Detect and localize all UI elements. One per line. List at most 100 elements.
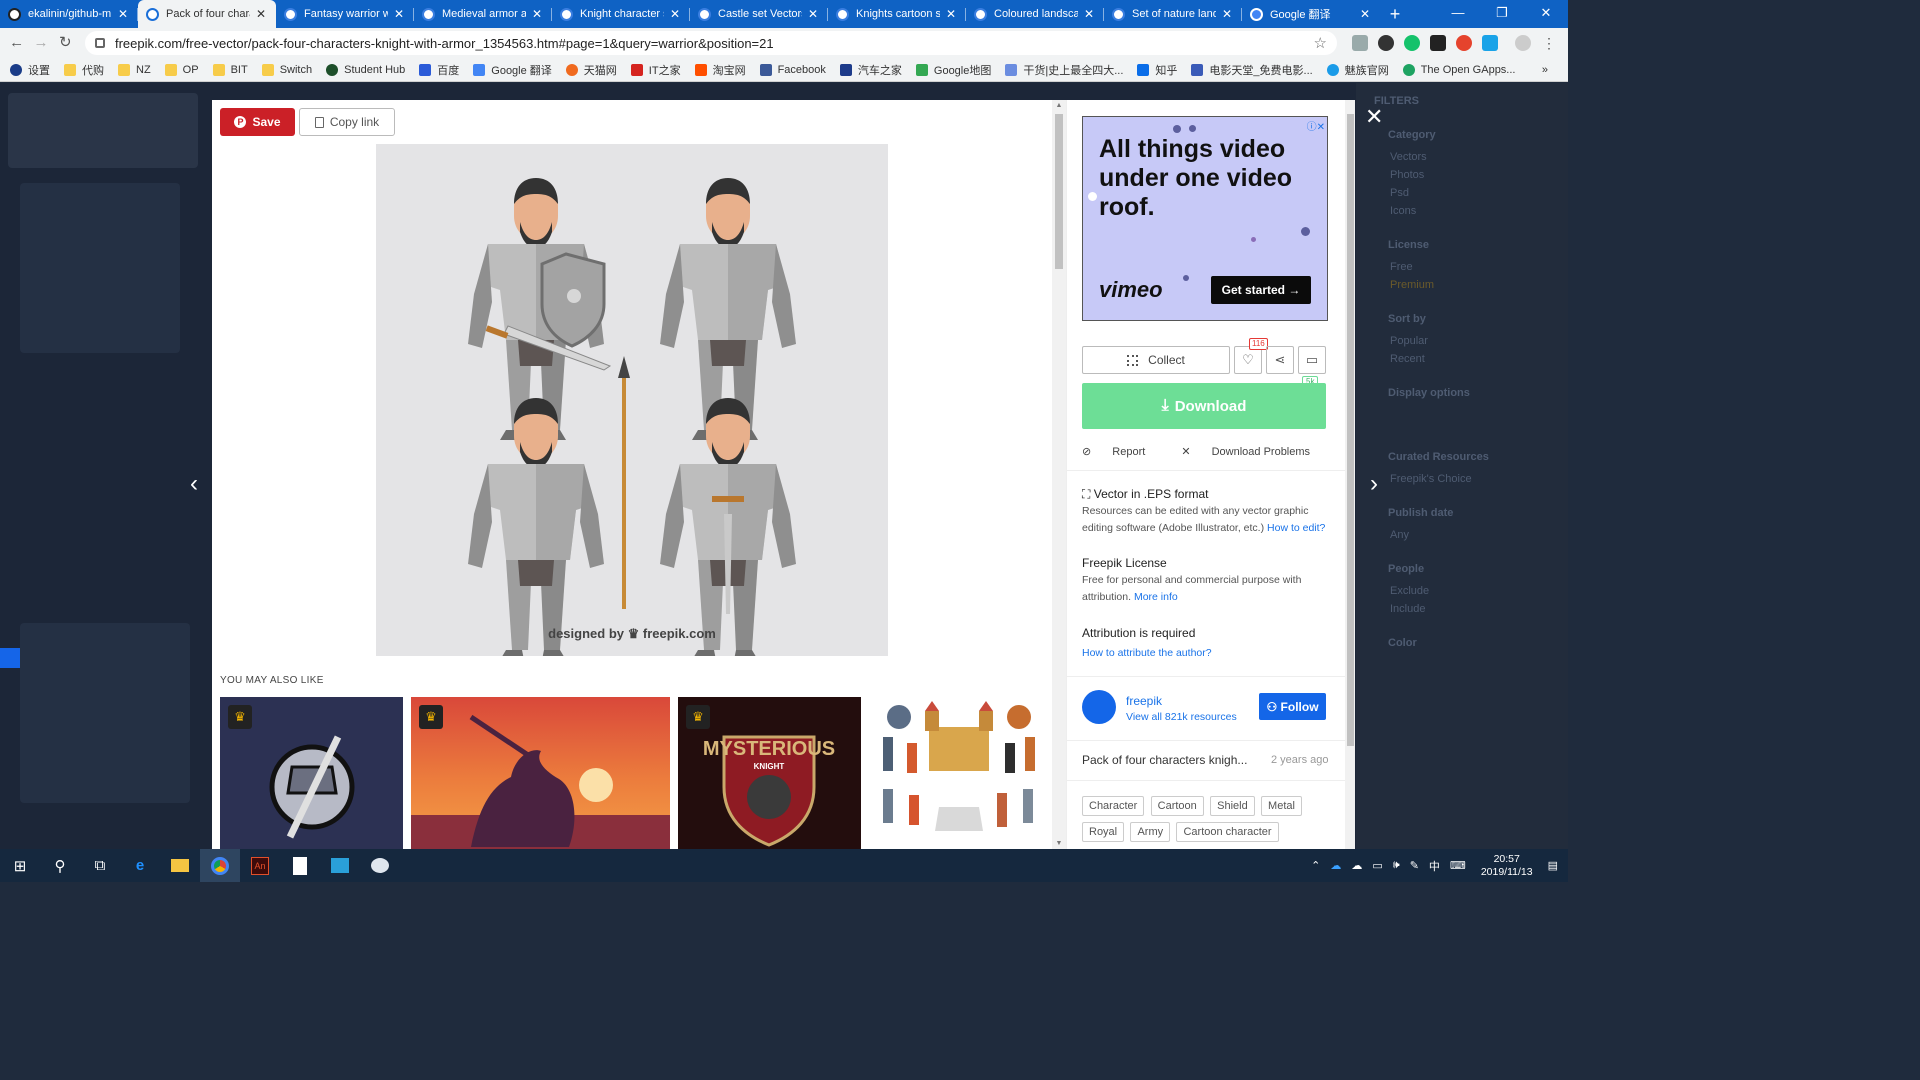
scrollbar-thumb[interactable] [1347,114,1354,746]
related-resource-card[interactable]: ♛ [220,697,403,849]
preview-scrollbar[interactable]: ▲ ▼ [1052,100,1066,849]
reload-icon[interactable]: ↻ [55,31,76,55]
sidebar-scrollbar[interactable] [1345,100,1355,849]
bookmark-item[interactable]: 设置 [10,62,50,78]
close-tab-icon[interactable]: ✕ [668,7,682,21]
speed-extension-icon[interactable] [1377,35,1394,51]
network-icon[interactable]: ▭ [1372,859,1382,872]
previous-resource-icon[interactable]: ‹ [184,470,204,498]
close-tab-icon[interactable]: ✕ [1082,7,1096,21]
browser-tab[interactable]: ekalinin/github-m ✕ [0,0,138,28]
filter-heading[interactable]: Display options [1388,387,1556,399]
bookmark-folder[interactable]: NZ [118,63,151,76]
close-tab-icon[interactable]: ✕ [254,7,268,21]
adchoices-close-icon[interactable]: ⓘ✕ [1307,118,1325,133]
restore-icon[interactable]: ❐ [1480,0,1524,26]
tag[interactable]: Cartoon [1150,796,1204,816]
file-explorer-icon[interactable] [160,849,200,882]
keyboard-icon[interactable]: ⌨ [1450,859,1466,872]
remote-desktop-icon[interactable] [320,849,360,882]
filter-option[interactable]: Popular [1390,335,1556,347]
resource-preview-image[interactable]: designed by ♛ freepik.com [376,144,888,660]
alert-extension-icon[interactable] [1455,35,1472,51]
bookmark-item[interactable]: 电影天堂_免费电影... [1191,62,1313,78]
pen-icon[interactable]: ✎ [1410,859,1419,872]
filter-option[interactable]: Recent [1390,353,1556,365]
bookmark-item[interactable]: 汽车之家 [839,62,902,78]
user-feedback-icon[interactable] [0,648,20,668]
close-tab-icon[interactable]: ✕ [1358,7,1372,21]
bookmark-item[interactable]: 天猫网 [565,62,617,78]
freepik-avatar[interactable] [1082,690,1116,724]
filter-heading[interactable]: Curated Resources [1388,451,1556,463]
download-button[interactable]: ⤓ Download [1082,383,1326,429]
chrome-icon[interactable] [200,849,240,882]
cast-extension-icon[interactable] [1481,35,1498,51]
related-resource-card[interactable] [869,697,1052,849]
how-to-edit-link[interactable]: How to edit? [1267,522,1325,534]
ad-get-started-button[interactable]: Get started → [1211,276,1311,304]
ime-indicator[interactable]: 中 [1429,858,1440,874]
close-tab-icon[interactable]: ✕ [944,7,958,21]
share-button[interactable]: ⋖ [1266,346,1294,374]
filter-option[interactable]: Any [1390,529,1556,541]
tag[interactable]: Shield [1210,796,1255,816]
close-tab-icon[interactable]: ✕ [806,7,820,21]
grammarly-icon[interactable] [1403,35,1420,51]
notifications-icon[interactable]: ▤ [1548,859,1558,872]
close-modal-icon[interactable]: ✕ [1365,104,1383,130]
close-tab-icon[interactable]: ✕ [116,7,130,21]
close-tab-icon[interactable]: ✕ [392,7,406,21]
new-tab-button[interactable]: + [1380,0,1410,28]
view-all-resources-link[interactable]: View all 821k resources [1126,711,1237,723]
bookmark-item[interactable]: 知乎 [1137,62,1177,78]
browser-tab[interactable]: Google 翻译 ✕ [1242,0,1380,28]
bookmark-item[interactable]: Facebook [759,63,826,76]
browser-tab[interactable]: Castle set Vectors ✕ [690,0,828,28]
clock[interactable]: 20:57 2019/11/13 [1481,853,1533,879]
comment-button[interactable]: ▭ [1298,346,1326,374]
onedrive-icon[interactable]: ☁ [1330,859,1341,872]
copy-link-button[interactable]: Copy link [299,108,395,136]
related-resource-card[interactable]: ♛ [411,697,670,849]
filter-heading[interactable]: Publish date [1388,507,1556,519]
tag[interactable]: Cartoon character [1176,822,1279,842]
download-problems-link[interactable]: ✕ Download Problems [1181,445,1328,458]
bookmark-item[interactable]: 魅族官网 [1326,62,1389,78]
scrollbar-thumb[interactable] [1055,114,1063,269]
animate-icon[interactable]: An [240,849,280,882]
back-icon[interactable]: ← [6,31,27,55]
filter-heading[interactable]: People [1388,563,1556,575]
bookmark-folder[interactable]: BIT [212,63,248,76]
report-link[interactable]: ⊘ Report [1082,445,1163,458]
filter-heading[interactable]: Color [1388,637,1556,649]
close-tab-icon[interactable]: ✕ [530,7,544,21]
browser-tab[interactable]: Fantasy warrior wi ✕ [276,0,414,28]
document-icon[interactable] [280,849,320,882]
tag[interactable]: Army [1130,822,1171,842]
bookmark-item[interactable]: 淘宝网 [694,62,746,78]
filter-option[interactable]: Psd [1390,187,1556,199]
tag[interactable]: Character [1082,796,1145,816]
window-close-icon[interactable]: ✕ [1524,0,1568,26]
task-view-icon[interactable]: ⧉ [80,849,120,882]
game-extension-icon[interactable] [1429,35,1446,51]
bookmark-item[interactable]: 干货|史上最全四大... [1005,62,1123,78]
cloud-icon[interactable]: ☁ [1351,859,1362,872]
follow-button[interactable]: ⚇ Follow [1259,693,1326,720]
filter-option[interactable]: Vectors [1390,151,1556,163]
bookmark-item[interactable]: Student Hub [326,63,405,76]
bookmark-folder[interactable]: OP [164,63,199,76]
windows-start-icon[interactable]: ⊞ [0,849,40,882]
search-icon[interactable]: ⚲ [40,849,80,882]
browser-tab[interactable]: Knights cartoon sc ✕ [828,0,966,28]
filter-option[interactable]: Photos [1390,169,1556,181]
bookmark-folder[interactable]: 代购 [64,62,104,78]
filter-option[interactable]: Premium [1390,279,1556,291]
edge-icon[interactable]: e [120,849,160,882]
bookmark-item[interactable]: 百度 [419,62,459,78]
volume-icon[interactable]: 🕪 [1393,859,1400,872]
attribution-link[interactable]: How to attribute the author? [1082,645,1332,662]
paint-icon[interactable] [360,849,400,882]
bookmark-star-icon[interactable]: ☆ [1314,34,1327,52]
